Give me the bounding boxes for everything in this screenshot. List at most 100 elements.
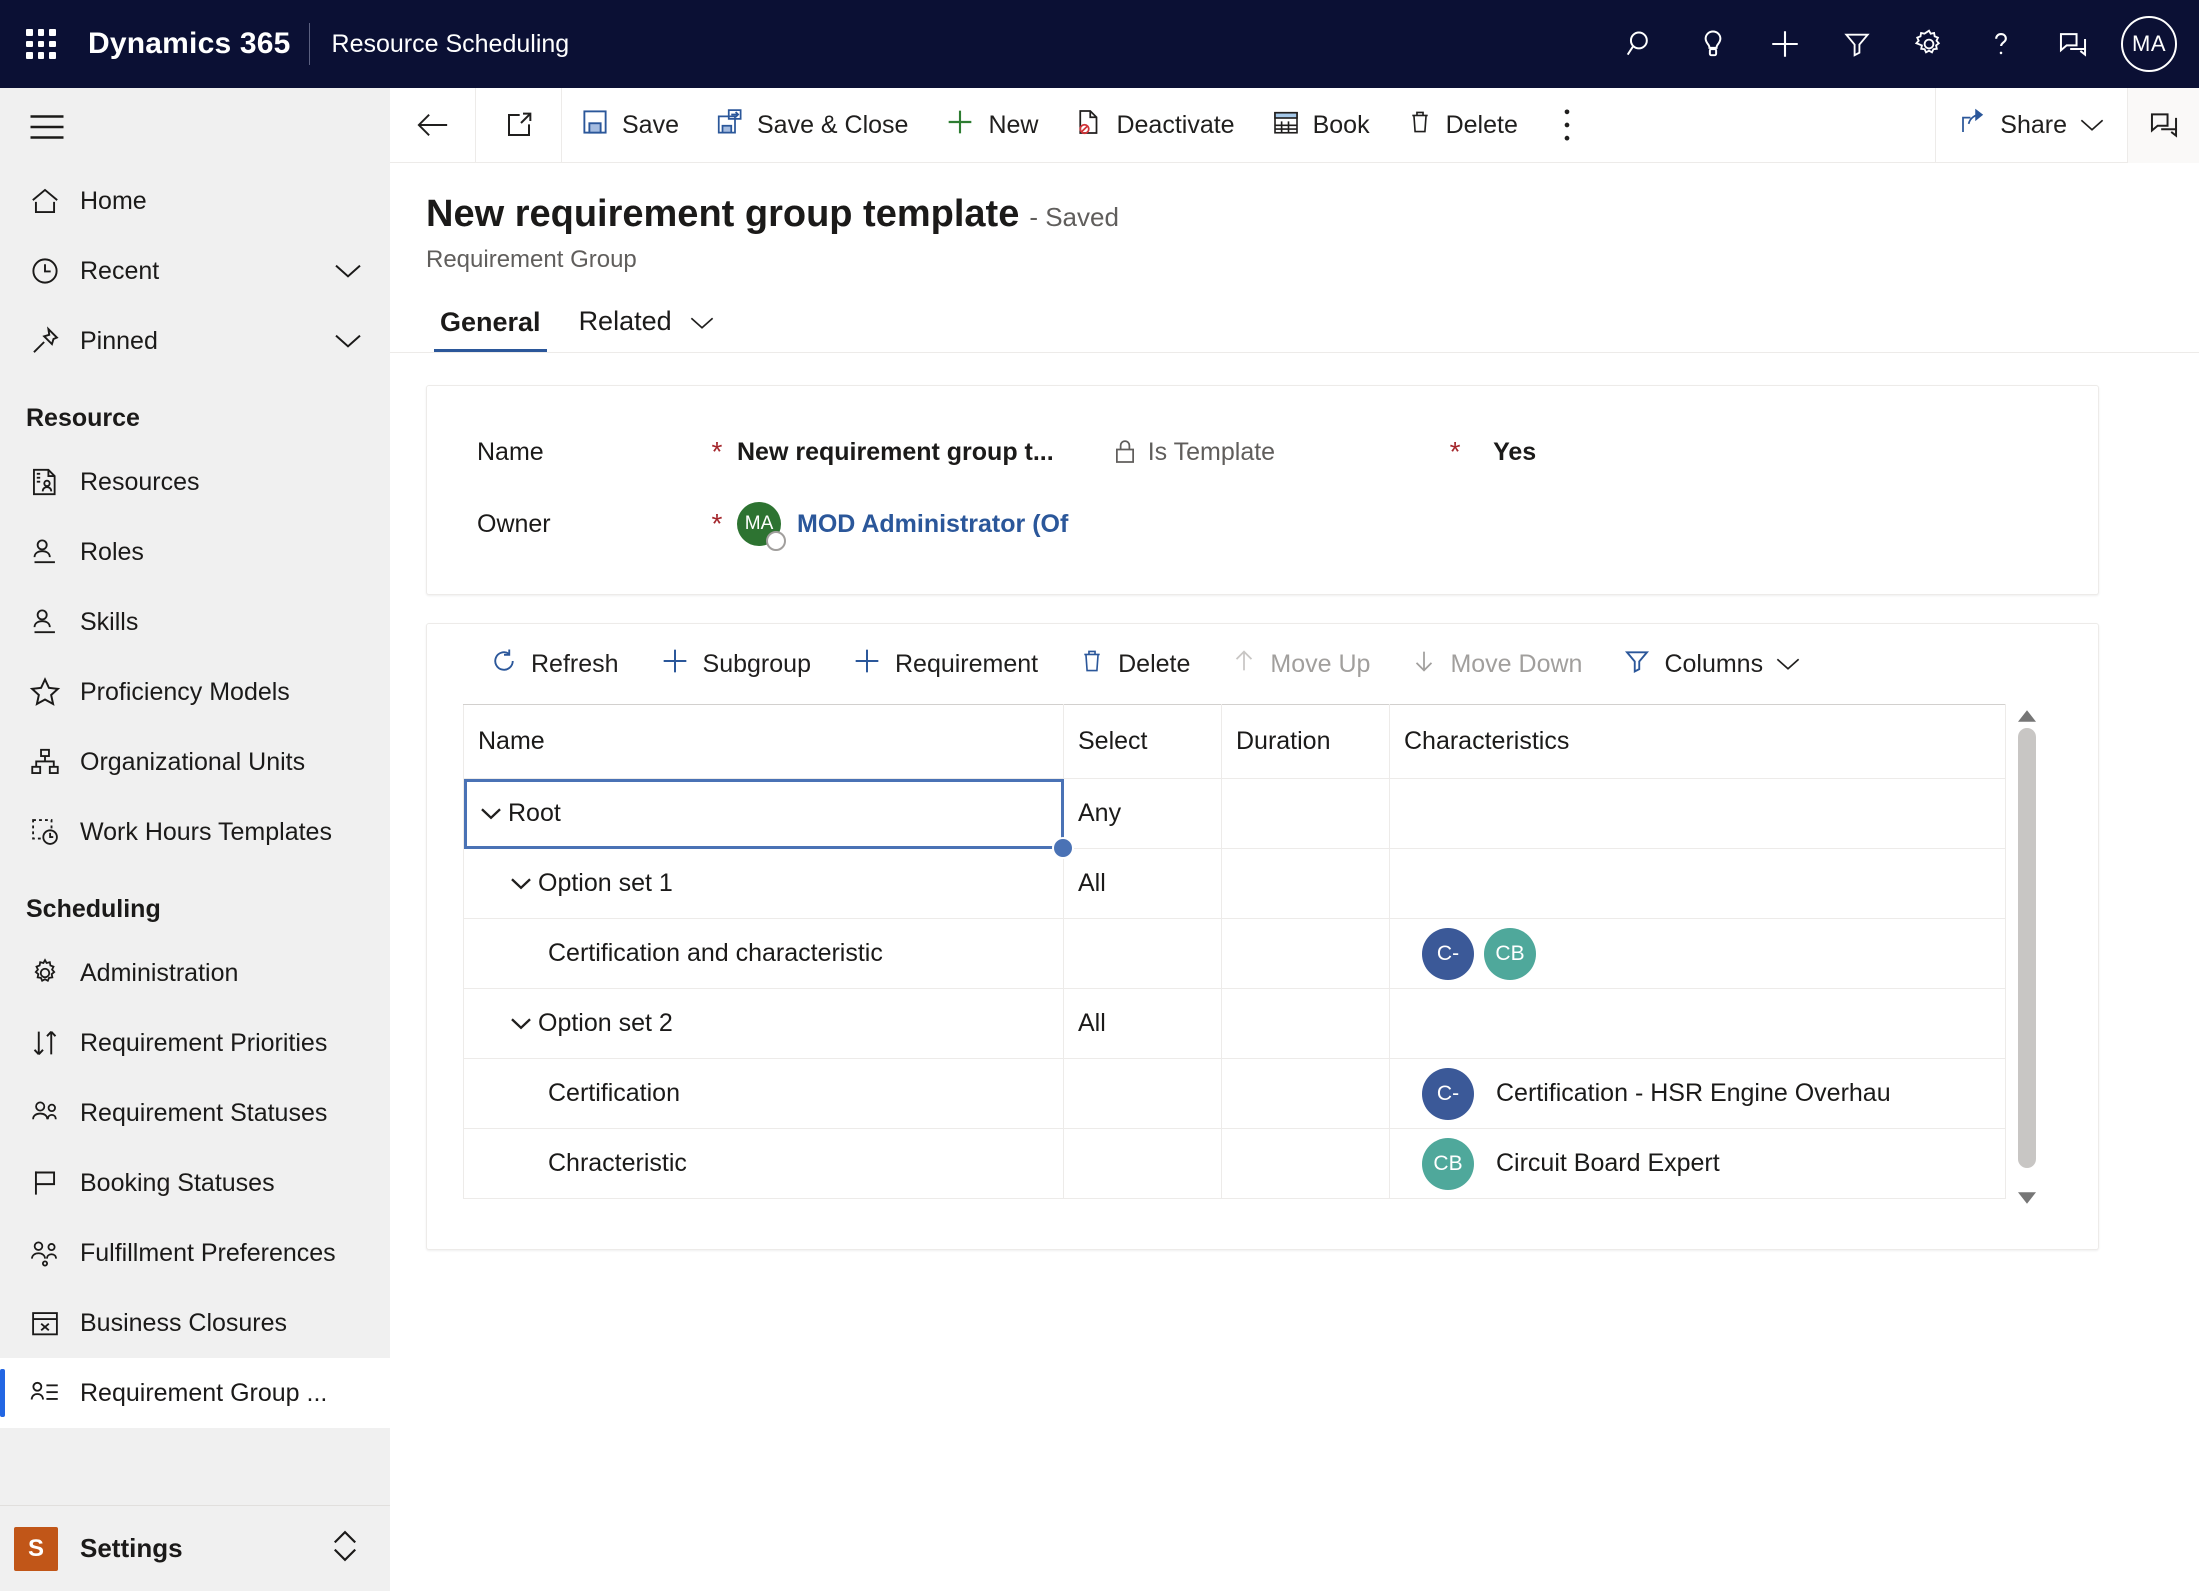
chevron-expand-icon[interactable] <box>508 877 534 891</box>
scrollbar-thumb[interactable] <box>2018 728 2036 1169</box>
popout-window-icon[interactable] <box>476 87 562 163</box>
row-duration-cell[interactable] <box>1221 778 1390 850</box>
table-row[interactable]: Certification C- Certification - HSR Eng… <box>463 1058 2006 1130</box>
sidebar-item-requirement-statuses[interactable]: Requirement Statuses <box>0 1078 390 1148</box>
table-row[interactable]: Option set 1 All <box>463 848 2006 920</box>
brand-title[interactable]: Dynamics 365 <box>80 27 309 61</box>
owner-name-link[interactable]: MOD Administrator (Of <box>797 510 1068 539</box>
deactivate-button[interactable]: Deactivate <box>1056 88 1252 163</box>
scrollbar-track[interactable] <box>2014 728 2040 1187</box>
scroll-up-icon[interactable] <box>2014 704 2040 728</box>
requirement-button[interactable]: Requirement <box>831 635 1058 693</box>
row-duration-cell[interactable] <box>1221 988 1390 1060</box>
app-launcher-icon[interactable] <box>18 21 64 67</box>
help-icon[interactable] <box>1967 10 2035 78</box>
gear-icon[interactable] <box>1895 10 1963 78</box>
row-duration-cell[interactable] <box>1221 848 1390 920</box>
row-duration-cell[interactable] <box>1221 918 1390 990</box>
characteristic-pill[interactable]: CB <box>1422 1137 1474 1190</box>
hamburger-menu-icon[interactable] <box>8 88 86 166</box>
table-row[interactable]: Option set 2 All <box>463 988 2006 1060</box>
sidebar-item-requirement-priorities[interactable]: Requirement Priorities <box>0 1008 390 1078</box>
column-header-name[interactable]: Name <box>463 704 1064 780</box>
row-characteristics-cell[interactable]: C- CB <box>1389 918 2006 990</box>
chevron-expand-icon[interactable] <box>478 807 504 821</box>
table-row[interactable]: Chracteristic CB Circuit Board Expert <box>463 1128 2006 1200</box>
row-select-cell[interactable]: Any <box>1063 778 1222 850</box>
row-characteristics-cell[interactable] <box>1389 778 2006 850</box>
chevron-down-icon[interactable] <box>2079 111 2105 140</box>
save-and-close-button[interactable]: Save & Close <box>697 88 926 163</box>
tab-related[interactable]: Related <box>565 306 730 352</box>
updown-chevron-icon[interactable] <box>330 1527 390 1570</box>
sidebar-item-recent[interactable]: Recent <box>0 236 390 306</box>
delete-button[interactable]: Delete <box>1388 88 1536 163</box>
new-button[interactable]: New <box>926 88 1056 163</box>
lightbulb-icon[interactable] <box>1679 10 1747 78</box>
sidebar-item-skills[interactable]: Skills <box>0 587 390 657</box>
column-header-duration[interactable]: Duration <box>1221 704 1390 780</box>
sidebar-item-work-hours-templates[interactable]: Work Hours Templates <box>0 797 390 867</box>
chevron-down-icon[interactable] <box>679 307 715 338</box>
characteristic-pill[interactable]: C- <box>1422 1067 1474 1120</box>
table-row[interactable]: Root Any <box>463 778 2006 860</box>
chevron-down-icon[interactable] <box>1775 650 1801 679</box>
row-select-cell[interactable] <box>1063 1058 1222 1130</box>
row-name-cell[interactable]: Chracteristic <box>463 1128 1064 1200</box>
chevron-down-icon[interactable] <box>332 261 390 281</box>
column-header-select[interactable]: Select <box>1063 704 1222 780</box>
row-select-cell[interactable] <box>1063 918 1222 990</box>
back-arrow-icon[interactable] <box>390 87 476 163</box>
owner-field-value[interactable]: MA MOD Administrator (Of <box>737 502 1068 552</box>
app-name[interactable]: Resource Scheduling <box>310 30 570 59</box>
row-duration-cell[interactable] <box>1221 1058 1390 1130</box>
row-name-cell[interactable]: Root <box>463 778 1074 860</box>
search-icon[interactable] <box>1607 10 1675 78</box>
side-panel-icon[interactable] <box>2127 87 2199 163</box>
sidebar-item-organizational-units[interactable]: Organizational Units <box>0 727 390 797</box>
row-duration-cell[interactable] <box>1221 1128 1390 1200</box>
filter-icon[interactable] <box>1823 10 1891 78</box>
row-name-cell[interactable]: Option set 2 <box>463 988 1064 1060</box>
sidebar-item-proficiency-models[interactable]: Proficiency Models <box>0 657 390 727</box>
table-row[interactable]: Certification and characteristic C- CB <box>463 918 2006 990</box>
columns-button[interactable]: Columns <box>1602 635 1821 693</box>
row-characteristics-cell[interactable]: C- Certification - HSR Engine Overhau <box>1389 1058 2006 1130</box>
feedback-icon[interactable] <box>2039 10 2107 78</box>
share-button[interactable]: Share <box>1935 87 2127 163</box>
column-header-characteristics[interactable]: Characteristics <box>1389 704 2006 780</box>
row-select-cell[interactable]: All <box>1063 848 1222 920</box>
save-button[interactable]: Save <box>562 88 697 163</box>
book-button[interactable]: Book <box>1253 88 1388 163</box>
row-characteristics-cell[interactable]: CB Circuit Board Expert <box>1389 1128 2006 1200</box>
sidebar-item-fulfillment-preferences[interactable]: Fulfillment Preferences <box>0 1218 390 1288</box>
sidebar-item-pinned[interactable]: Pinned <box>0 306 390 376</box>
row-characteristics-cell[interactable] <box>1389 988 2006 1060</box>
name-field-value[interactable]: New requirement group t... <box>737 438 1054 467</box>
sidebar-item-requirement-group-templates[interactable]: Requirement Group ... <box>0 1358 390 1428</box>
sidebar-item-administration[interactable]: Administration <box>0 938 390 1008</box>
subgroup-button[interactable]: Subgroup <box>639 635 831 693</box>
row-name-cell[interactable]: Certification and characteristic <box>463 918 1064 990</box>
characteristic-pill[interactable]: CB <box>1484 927 1536 980</box>
row-characteristics-cell[interactable] <box>1389 848 2006 920</box>
tab-general[interactable]: General <box>426 307 555 353</box>
sidebar-item-business-closures[interactable]: Business Closures <box>0 1288 390 1358</box>
grid-delete-button[interactable]: Delete <box>1058 635 1210 693</box>
scroll-down-icon[interactable] <box>2014 1186 2040 1210</box>
chevron-down-icon[interactable] <box>332 331 390 351</box>
grid-vertical-scrollbar[interactable] <box>2014 704 2040 1210</box>
row-name-cell[interactable]: Certification <box>463 1058 1064 1130</box>
more-vertical-icon[interactable] <box>1536 88 1598 163</box>
row-select-cell[interactable]: All <box>1063 988 1222 1060</box>
sidebar-settings-area[interactable]: S Settings <box>0 1505 390 1591</box>
sidebar-item-home[interactable]: Home <box>0 166 390 236</box>
row-select-cell[interactable] <box>1063 1128 1222 1200</box>
quick-create-icon[interactable] <box>1751 10 1819 78</box>
chevron-expand-icon[interactable] <box>508 1017 534 1031</box>
sidebar-item-booking-statuses[interactable]: Booking Statuses <box>0 1148 390 1218</box>
refresh-button[interactable]: Refresh <box>469 635 639 693</box>
sidebar-item-resources[interactable]: Resources <box>0 447 390 517</box>
sidebar-item-roles[interactable]: Roles <box>0 517 390 587</box>
user-avatar[interactable]: MA <box>2121 16 2177 72</box>
